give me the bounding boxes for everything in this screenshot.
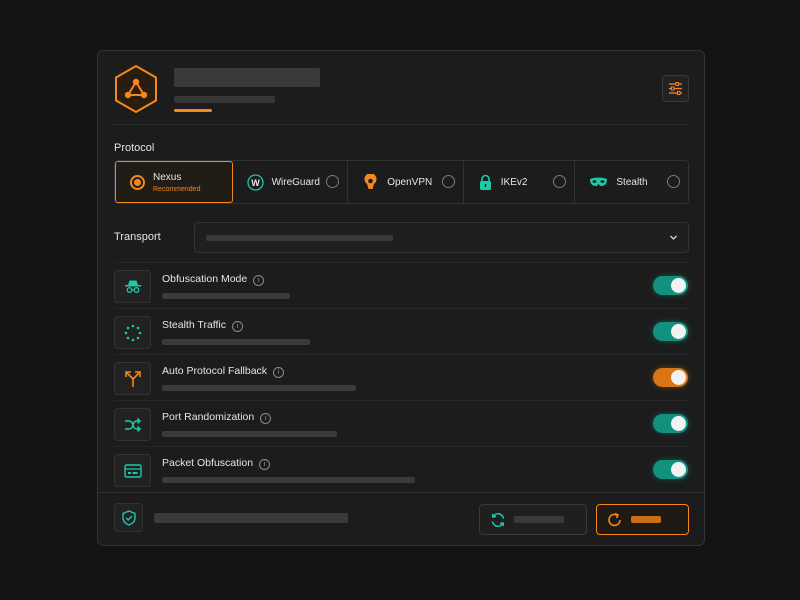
button-label-placeholder (631, 516, 661, 523)
transport-label: Transport (114, 231, 161, 243)
header-accent-line (174, 109, 212, 112)
feature-row-obfuscation-mode: Obfuscation Mode i (114, 263, 690, 309)
feature-icon-box (114, 270, 151, 303)
feature-title: Packet Obfuscation i (162, 457, 271, 470)
chevron-down-icon (670, 235, 677, 240)
protocol-label: Protocol (114, 142, 155, 154)
info-icon[interactable]: i (259, 459, 271, 470)
feature-title: Auto Protocol Fallback i (162, 365, 285, 378)
packet-icon (123, 463, 142, 478)
fork-arrows-icon (124, 370, 141, 387)
shield-check-icon (121, 509, 136, 526)
protocol-name: WireGuard (271, 176, 320, 188)
status-text-placeholder (154, 513, 348, 523)
reset-icon (608, 512, 621, 526)
feature-icon-box (114, 316, 151, 349)
feature-description-placeholder (162, 385, 356, 391)
feature-title: Port Randomization i (162, 411, 272, 424)
mask-icon (590, 177, 608, 186)
nexus-radio-icon (130, 174, 145, 190)
transport-value-placeholder (206, 235, 393, 241)
radio-unselected[interactable] (326, 175, 340, 188)
protocol-option-wireguard[interactable]: W WireGuard (233, 161, 349, 203)
shuffle-icon (124, 417, 141, 432)
toggle-knob (671, 370, 686, 385)
refresh-button[interactable] (479, 504, 587, 535)
info-icon[interactable]: i (253, 275, 265, 286)
title-placeholder (174, 68, 320, 87)
protocol-name: OpenVPN (387, 176, 433, 188)
info-icon[interactable]: i (260, 413, 272, 424)
feature-row-auto-protocol-fallback: Auto Protocol Fallback i (114, 355, 690, 401)
button-label-placeholder (514, 516, 564, 523)
vpn-settings-panel: Protocol Nexus Recommended W WireGuard O… (97, 50, 705, 546)
dots-circle-icon (124, 324, 141, 341)
header-divider (114, 124, 690, 125)
feature-icon-box (114, 408, 151, 441)
protocol-option-nexus[interactable]: Nexus Recommended (115, 161, 233, 203)
panel-header (98, 51, 704, 125)
incognito-icon (124, 280, 141, 293)
settings-button[interactable] (662, 75, 689, 102)
feature-title: Stealth Traffic i (162, 319, 244, 332)
recommended-badge: Recommended (153, 185, 201, 193)
protocol-option-stealth[interactable]: Stealth (575, 161, 688, 203)
feature-description-placeholder (162, 339, 310, 345)
protocol-name: IKEv2 (500, 176, 528, 188)
toggle-knob (671, 324, 686, 339)
radio-unselected[interactable] (441, 175, 455, 188)
feature-description-placeholder (162, 431, 337, 437)
info-icon[interactable]: i (273, 367, 285, 378)
auto-protocol-fallback-toggle[interactable] (653, 368, 688, 387)
radio-unselected[interactable] (667, 175, 680, 188)
security-status-box (114, 503, 143, 532)
app-logo-hex-icon (115, 64, 157, 114)
feature-title: Obfuscation Mode i (162, 273, 265, 286)
lock-icon (479, 174, 491, 190)
wireguard-icon: W (246, 173, 264, 191)
obfuscation-mode-toggle[interactable] (653, 276, 688, 295)
feature-icon-box (114, 362, 151, 395)
refresh-icon (491, 512, 505, 527)
protocol-option-ikev2[interactable]: IKEv2 (464, 161, 576, 203)
toggle-knob (671, 462, 686, 477)
sliders-icon (669, 82, 682, 95)
protocol-name: Stealth (616, 176, 648, 188)
feature-row-stealth-traffic: Stealth Traffic i (114, 309, 690, 355)
transport-select[interactable] (194, 222, 689, 253)
feature-icon-box (114, 454, 151, 487)
feature-description-placeholder (162, 477, 415, 483)
protocol-name: Nexus (153, 171, 182, 183)
feature-row-port-randomization: Port Randomization i (114, 401, 690, 447)
packet-obfuscation-toggle[interactable] (653, 460, 688, 479)
protocol-option-openvpn[interactable]: OpenVPN (348, 161, 464, 203)
reset-button[interactable] (596, 504, 689, 535)
stealth-traffic-toggle[interactable] (653, 322, 688, 341)
toggle-knob (671, 278, 686, 293)
subtitle-placeholder (174, 96, 275, 103)
radio-unselected[interactable] (553, 175, 567, 188)
port-randomization-toggle[interactable] (653, 414, 688, 433)
openvpn-icon (364, 173, 377, 189)
feature-description-placeholder (162, 293, 290, 299)
panel-footer (98, 493, 704, 547)
toggle-knob (671, 416, 686, 431)
protocol-selector: Nexus Recommended W WireGuard OpenVPN IK… (114, 160, 689, 204)
svg-text:W: W (251, 178, 260, 188)
feature-row-packet-obfuscation: Packet Obfuscation i (114, 447, 690, 493)
info-icon[interactable]: i (232, 321, 244, 332)
